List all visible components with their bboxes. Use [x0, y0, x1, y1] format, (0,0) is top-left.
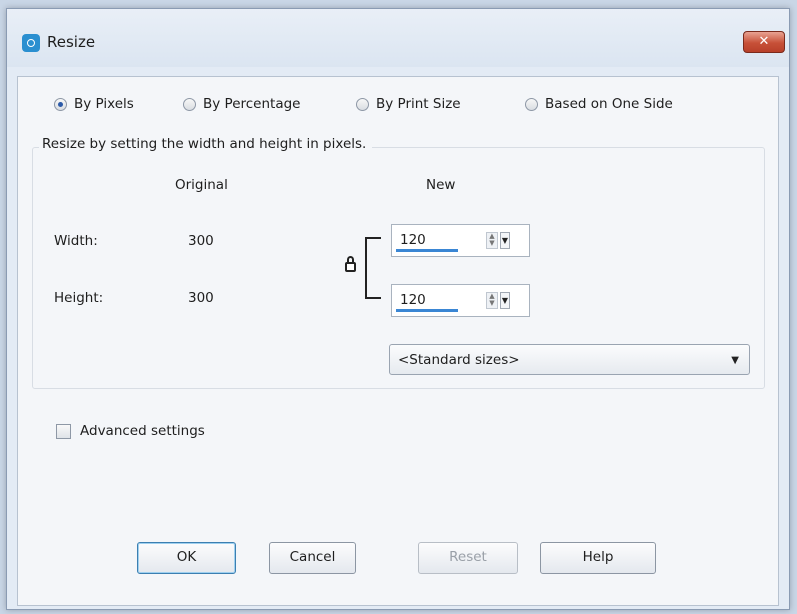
radio-by-pixels-label: By Pixels [74, 96, 134, 112]
radio-unselected-icon[interactable] [183, 97, 196, 111]
close-button[interactable]: ✕ [743, 31, 785, 53]
advanced-settings-checkbox[interactable] [56, 424, 71, 439]
height-input[interactable]: 120 [400, 292, 426, 308]
app-logo-icon [22, 34, 40, 52]
radio-by-print-size-label: By Print Size [376, 96, 461, 112]
chevron-down-icon: ▼ [731, 355, 739, 366]
group-title: Resize by setting the width and height i… [39, 136, 373, 152]
chevron-down-icon[interactable]: ▼ [500, 232, 510, 249]
ok-button[interactable]: OK [137, 542, 236, 574]
radio-by-percentage-label: By Percentage [203, 96, 301, 112]
standard-sizes-dropdown[interactable]: <Standard sizes> ▼ [389, 344, 750, 375]
spin-arrows-icon[interactable]: ▲ ▼ [486, 232, 498, 249]
height-spinner[interactable]: 120 ▲ ▼ ▼ [391, 284, 530, 317]
radio-unselected-icon[interactable] [356, 97, 369, 111]
help-button[interactable]: Help [540, 542, 656, 574]
width-slider-bar[interactable] [396, 249, 458, 252]
width-spinner[interactable]: 120 ▲ ▼ ▼ [391, 224, 530, 257]
height-label: Height: [54, 290, 104, 306]
cancel-button[interactable]: Cancel [269, 542, 356, 574]
radio-unselected-icon[interactable] [525, 97, 538, 111]
radio-selected-icon[interactable] [54, 97, 67, 111]
radio-by-print-size[interactable]: By Print Size [356, 93, 461, 115]
original-column-header: Original [175, 177, 228, 193]
radio-by-pixels[interactable]: By Pixels [54, 93, 134, 115]
width-label: Width: [54, 233, 98, 249]
advanced-settings-label[interactable]: Advanced settings [80, 423, 205, 439]
radio-based-on-one-side-label: Based on One Side [545, 96, 673, 112]
original-width-value: 300 [188, 233, 214, 249]
chevron-down-icon[interactable]: ▼ [500, 292, 510, 309]
width-input[interactable]: 120 [400, 232, 426, 248]
lock-icon[interactable] [345, 256, 356, 272]
original-height-value: 300 [188, 290, 214, 306]
radio-by-percentage[interactable]: By Percentage [183, 93, 301, 115]
reset-button[interactable]: Reset [418, 542, 518, 574]
new-column-header: New [426, 177, 456, 193]
dialog-title: Resize [47, 33, 96, 51]
aspect-link-bracket [365, 237, 381, 299]
radio-based-on-one-side[interactable]: Based on One Side [525, 93, 673, 115]
spin-arrows-icon[interactable]: ▲ ▼ [486, 292, 498, 309]
height-slider-bar[interactable] [396, 309, 458, 312]
title-bar[interactable]: Resize ✕ [7, 9, 789, 67]
standard-sizes-value: <Standard sizes> [398, 352, 520, 368]
